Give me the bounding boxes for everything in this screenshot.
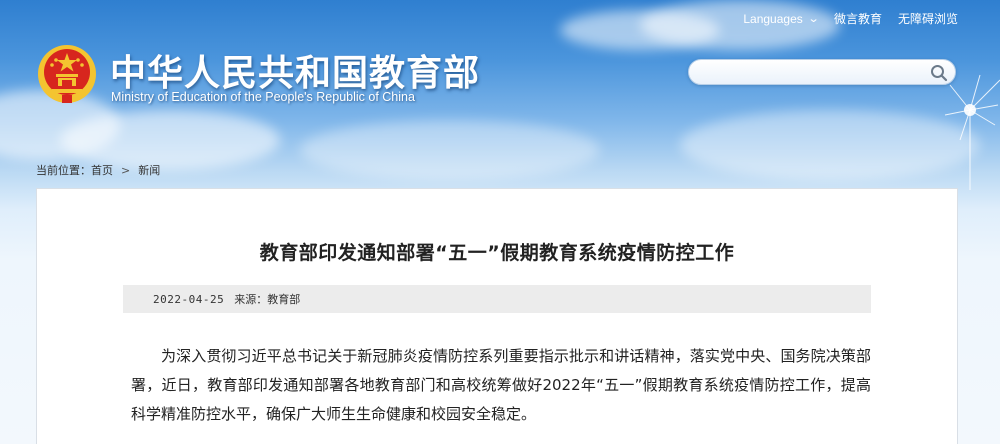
breadcrumb-prefix: 当前位置：: [36, 164, 91, 177]
article-body: 为深入贯彻习近平总书记关于新冠肺炎疫情防控系列重要指示批示和讲话精神，落实党中央…: [131, 347, 871, 423]
site-subtitle: Ministry of Education of the People's Re…: [111, 90, 415, 104]
breadcrumb-current-link[interactable]: 新闻: [138, 162, 160, 178]
chevron-down-icon: ⌄: [807, 13, 820, 25]
article-panel: 教育部印发通知部署“五一”假期教育系统疫情防控工作 2022-04-25 来源：…: [36, 188, 958, 444]
site-header: 中华人民共和国教育部 Ministry of Education of the …: [0, 0, 1000, 190]
article-meta: 2022-04-25 来源：教育部: [123, 285, 871, 313]
site-title[interactable]: 中华人民共和国教育部: [110, 44, 480, 96]
article-title: 教育部印发通知部署“五一”假期教育系统疫情防控工作: [259, 242, 735, 264]
languages-menu[interactable]: Languages ⌄: [743, 11, 820, 26]
weibo-link[interactable]: 微言教育: [834, 10, 882, 27]
article-date: 2022-04-25: [153, 292, 225, 306]
article-source: 来源：教育部: [234, 293, 301, 306]
dandelion-decoration: [944, 74, 1000, 190]
top-nav: Languages ⌄ 微言教育 无障碍浏览: [743, 10, 958, 27]
accessibility-link[interactable]: 无障碍浏览: [898, 10, 958, 27]
breadcrumb-home-link[interactable]: 首页: [91, 162, 113, 178]
search-input[interactable]: [701, 63, 921, 81]
national-emblem-icon[interactable]: [36, 43, 98, 105]
breadcrumb-separator: >: [121, 163, 131, 177]
breadcrumb: 当前位置： 首页 > 新闻: [36, 162, 160, 178]
languages-label: Languages: [743, 11, 803, 26]
